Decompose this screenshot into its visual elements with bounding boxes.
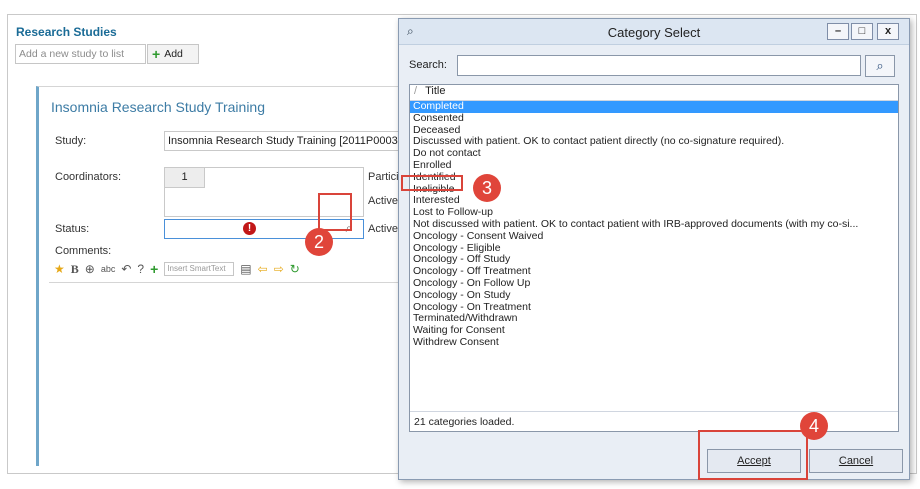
- study-value-field[interactable]: Insomnia Research Study Training [2011P0…: [164, 131, 424, 151]
- table-icon[interactable]: ▤: [240, 262, 251, 276]
- list-item[interactable]: Enrolled: [410, 160, 898, 172]
- cancel-label: Cancel: [838, 455, 874, 467]
- list-item[interactable]: Do not contact: [410, 148, 898, 160]
- category-select-dialog: ⌕ Category Select – □ x Search: ⌕ / Titl…: [398, 18, 910, 480]
- cancel-button[interactable]: Cancel: [809, 449, 903, 473]
- study-label: Study:: [55, 135, 87, 147]
- list-item[interactable]: Oncology - On Study: [410, 290, 898, 302]
- maximize-button[interactable]: □: [851, 23, 873, 40]
- list-item[interactable]: Discussed with patient. OK to contact pa…: [410, 136, 898, 148]
- smarttext-input[interactable]: Insert SmartText: [164, 262, 235, 276]
- list-item[interactable]: Not discussed with patient. OK to contac…: [410, 219, 898, 231]
- sort-indicator-icon: /: [414, 85, 418, 97]
- add-study-input[interactable]: Add a new study to list: [15, 44, 146, 64]
- list-item[interactable]: Consented: [410, 113, 898, 125]
- comments-editor[interactable]: [49, 282, 419, 467]
- callout-3: 3: [473, 174, 501, 202]
- error-icon: !: [243, 222, 256, 235]
- list-item[interactable]: Withdrew Consent: [410, 337, 898, 349]
- comments-label: Comments:: [55, 245, 112, 257]
- list-item[interactable]: Oncology - On Follow Up: [410, 278, 898, 290]
- coordinators-count: 1: [165, 168, 205, 188]
- callout-4: 4: [800, 412, 828, 440]
- list-item[interactable]: Lost to Follow-up: [410, 207, 898, 219]
- help-icon[interactable]: ?: [137, 262, 144, 276]
- search-label: Search:: [409, 59, 447, 71]
- arrow-left-icon[interactable]: ⇦: [258, 262, 268, 276]
- list-rows: Completed Consented Deceased Discussed with…: [410, 101, 898, 349]
- dialog-titlebar[interactable]: ⌕ Category Select – □ x: [399, 19, 909, 45]
- list-item[interactable]: Oncology - On Treatment: [410, 302, 898, 314]
- spellcheck-icon[interactable]: abc: [101, 264, 116, 274]
- search-button[interactable]: ⌕: [865, 55, 895, 77]
- bold-icon[interactable]: B: [71, 262, 79, 277]
- add-button-label: Add: [164, 48, 183, 60]
- column-header-title[interactable]: Title: [425, 85, 445, 100]
- list-item[interactable]: Oncology - Off Study: [410, 254, 898, 266]
- close-button[interactable]: x: [877, 23, 899, 40]
- status-label: Status:: [55, 223, 90, 235]
- list-item[interactable]: Oncology - Consent Waived: [410, 231, 898, 243]
- search-input[interactable]: [457, 55, 861, 76]
- panel-title: Research Studies: [16, 25, 117, 39]
- list-item[interactable]: Completed: [410, 101, 898, 113]
- refresh-icon[interactable]: ↻: [290, 262, 300, 276]
- add-study-button[interactable]: + Add: [147, 44, 199, 64]
- minimize-button[interactable]: –: [827, 23, 849, 40]
- zoom-icon[interactable]: ⊕: [85, 262, 95, 276]
- highlight-box-status-search: [318, 193, 352, 231]
- comments-toolbar: ★ B ⊕ abc ↶ ? + Insert SmartText ▤ ⇦ ⇨ ↻: [54, 259, 414, 279]
- list-item[interactable]: Oncology - Off Treatment: [410, 266, 898, 278]
- highlight-box-enrolled: [401, 175, 463, 191]
- insert-plus-icon[interactable]: +: [150, 262, 158, 276]
- list-item[interactable]: Terminated/Withdrawn: [410, 313, 898, 325]
- callout-2: 2: [305, 228, 333, 256]
- list-item[interactable]: Oncology - Eligible: [410, 243, 898, 255]
- arrow-right-icon[interactable]: ⇨: [274, 262, 284, 276]
- plus-icon: +: [152, 46, 161, 62]
- study-card-title: Insomnia Research Study Training: [51, 99, 265, 115]
- highlight-box-accept: [698, 430, 808, 480]
- category-list[interactable]: / Title Completed Consented Deceased Discus…: [409, 84, 899, 432]
- study-card: Insomnia Research Study Training Study: …: [36, 86, 424, 467]
- list-header[interactable]: / Title: [410, 85, 898, 101]
- undo-icon[interactable]: ↶: [121, 262, 131, 276]
- list-item[interactable]: Waiting for Consent: [410, 325, 898, 337]
- list-item[interactable]: Deceased: [410, 125, 898, 137]
- star-icon[interactable]: ★: [54, 262, 65, 276]
- coordinators-label: Coordinators:: [55, 171, 122, 183]
